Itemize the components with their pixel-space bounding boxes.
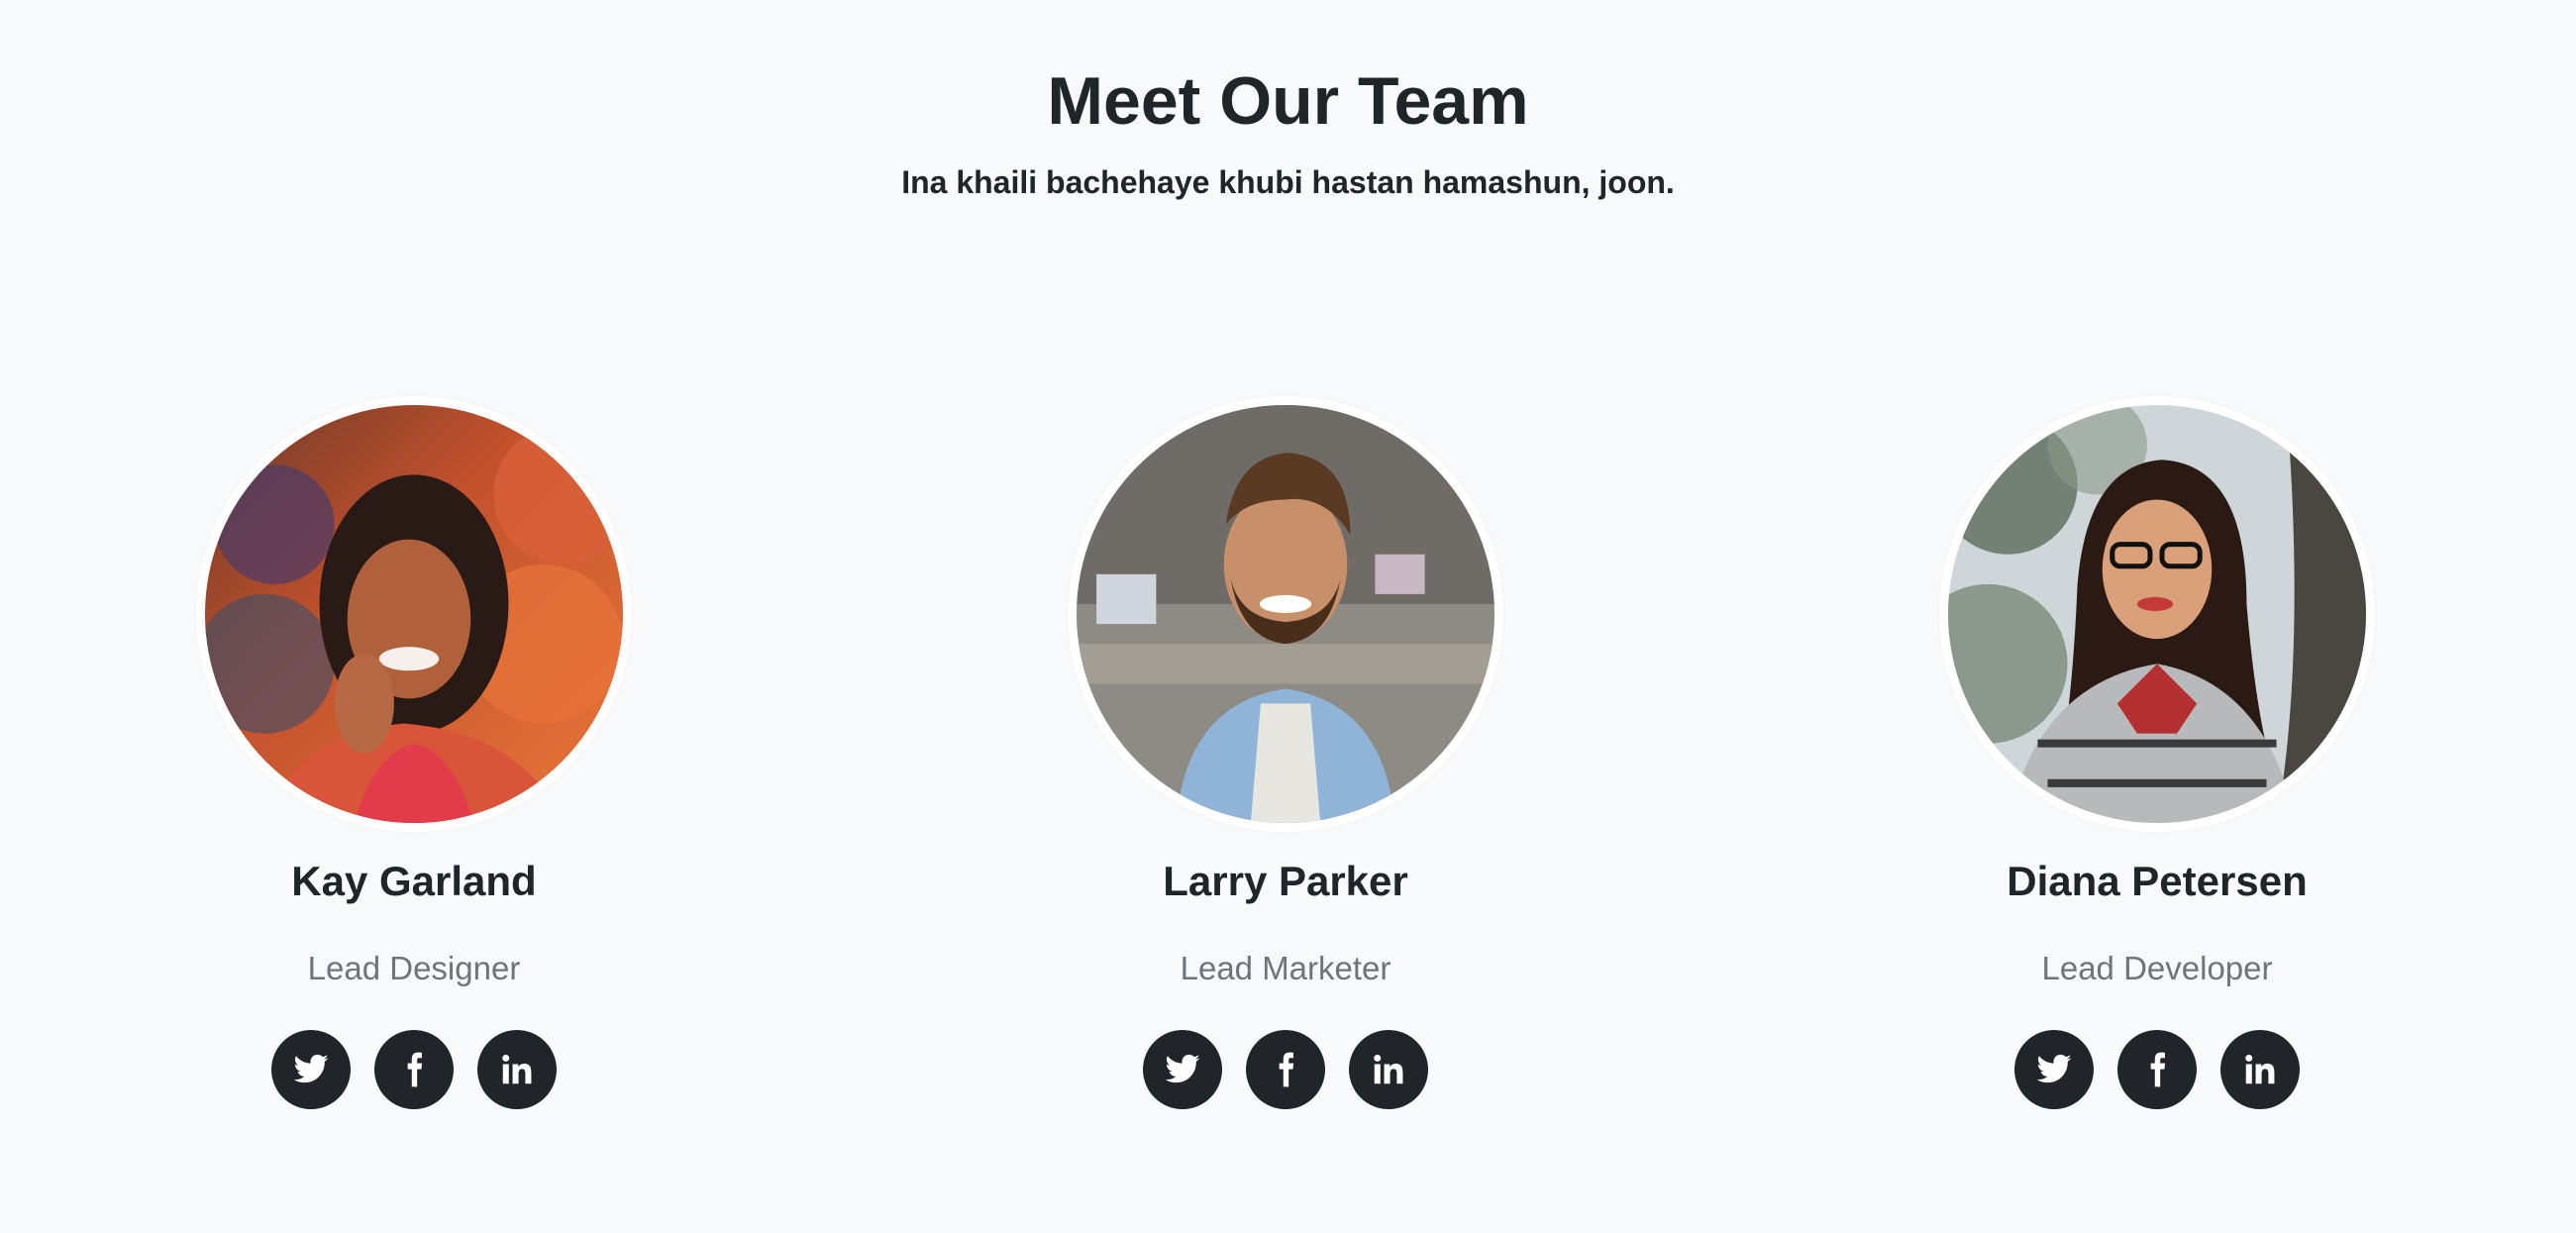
member-photo <box>1077 405 1494 823</box>
linkedin-link[interactable] <box>477 1030 557 1109</box>
linkedin-link[interactable] <box>1349 1030 1428 1109</box>
twitter-icon <box>1165 1054 1200 1083</box>
member-role: Lead Designer <box>307 950 521 986</box>
member-name: Kay Garland <box>291 858 537 904</box>
member-name: Diana Petersen <box>2007 858 2308 904</box>
facebook-icon <box>2150 1052 2166 1087</box>
facebook-link[interactable] <box>374 1030 454 1109</box>
member-photo <box>1948 405 2366 823</box>
linkedin-link[interactable] <box>2220 1030 2300 1109</box>
social-links <box>850 1030 1721 1109</box>
facebook-icon <box>1279 1052 1294 1087</box>
twitter-link[interactable] <box>1143 1030 1222 1109</box>
team-member-card: Kay Garland Lead Designer <box>0 396 850 1109</box>
social-links <box>0 1030 850 1109</box>
facebook-link[interactable] <box>2117 1030 2197 1109</box>
member-role: Lead Marketer <box>1180 950 1391 986</box>
twitter-icon <box>293 1054 329 1083</box>
member-name: Larry Parker <box>1163 858 1408 904</box>
twitter-link[interactable] <box>2014 1030 2094 1109</box>
twitter-link[interactable] <box>271 1030 351 1109</box>
team-section: Meet Our Team Ina khaili bachehaye khubi… <box>0 0 2576 1233</box>
linkedin-icon <box>502 1054 532 1084</box>
linkedin-icon <box>2245 1054 2275 1084</box>
member-photo <box>205 405 623 823</box>
member-role: Lead Developer <box>2041 950 2273 986</box>
section-subtitle: Ina khaili bachehaye khubi hastan hamash… <box>901 164 1675 200</box>
team-member-card: Larry Parker Lead Marketer <box>850 396 1721 1109</box>
social-links <box>1721 1030 2576 1109</box>
avatar <box>196 396 632 832</box>
linkedin-icon <box>1374 1054 1403 1084</box>
avatar <box>1068 396 1503 832</box>
avatar <box>1939 396 2375 832</box>
team-member-card: Diana Petersen Lead Developer <box>1721 396 2576 1109</box>
twitter-icon <box>2036 1054 2072 1083</box>
facebook-link[interactable] <box>1246 1030 1325 1109</box>
section-title: Meet Our Team <box>1047 63 1529 139</box>
facebook-icon <box>407 1052 423 1087</box>
